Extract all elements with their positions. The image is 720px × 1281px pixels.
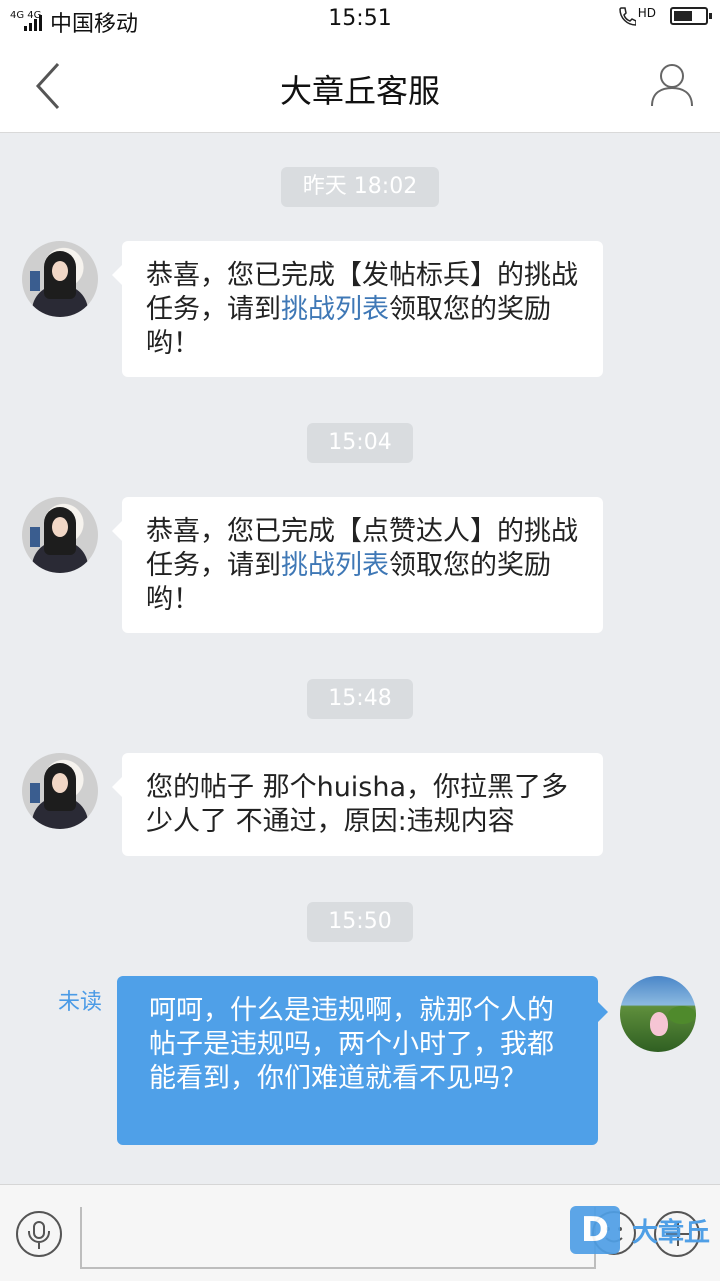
chat-area[interactable]: 昨天 18:02 恭喜，您已完成【发帖标兵】的挑战任务，请到挑战列表领取您的奖励… — [0, 133, 720, 1183]
agent-avatar[interactable] — [22, 241, 98, 317]
clock: 15:51 — [328, 6, 392, 31]
logo-badge: D — [570, 1206, 620, 1254]
message-bubble: 恭喜，您已完成【发帖标兵】的挑战任务，请到挑战列表领取您的奖励哟！ — [112, 241, 603, 377]
timestamp: 15:50 — [307, 902, 413, 942]
call-hd-icon: HD — [618, 6, 656, 26]
message-bubble: 恭喜，您已完成【点赞达人】的挑战任务，请到挑战列表领取您的奖励哟！ — [112, 497, 603, 633]
agent-avatar[interactable] — [22, 497, 98, 573]
status-bar: 4G 4G 中国移动 15:51 HD — [0, 0, 720, 40]
voice-button[interactable] — [16, 1211, 62, 1257]
message-input[interactable] — [80, 1207, 596, 1269]
hd-label: HD — [637, 6, 656, 20]
page-title: 大章丘客服 — [279, 72, 440, 110]
chat-header: 大章丘客服 — [0, 40, 720, 133]
agent-avatar[interactable] — [22, 753, 98, 829]
profile-button[interactable] — [650, 62, 694, 108]
challenge-list-link[interactable]: 挑战列表 — [281, 550, 389, 581]
message-bubble: 您的帖子 那个huisha，你拉黑了多少人了 不通过，原因:违规内容 — [112, 753, 603, 856]
timestamp: 15:48 — [307, 679, 413, 719]
user-icon — [651, 64, 693, 107]
battery-icon — [670, 7, 712, 25]
message-text: 您的帖子 那个huisha，你拉黑了多少人了 不通过，原因:违规内容 — [146, 772, 569, 837]
app-watermark: D 大章丘 — [570, 1206, 720, 1256]
user-avatar[interactable] — [620, 976, 696, 1052]
timestamp: 15:04 — [307, 423, 413, 463]
logo-text: 大章丘 — [632, 1218, 711, 1248]
challenge-list-link[interactable]: 挑战列表 — [281, 294, 389, 325]
message-bubble-outgoing: 呵呵，什么是违规啊，就那个人的帖子是违规吗，两个小时了，我都能看到，你们难道就看… — [117, 976, 608, 1145]
message-text: 呵呵，什么是违规啊，就那个人的帖子是违规吗，两个小时了，我都能看到，你们难道就看… — [149, 995, 554, 1094]
timestamp: 昨天 18:02 — [281, 167, 439, 207]
unread-status: 未读 — [58, 990, 103, 1015]
